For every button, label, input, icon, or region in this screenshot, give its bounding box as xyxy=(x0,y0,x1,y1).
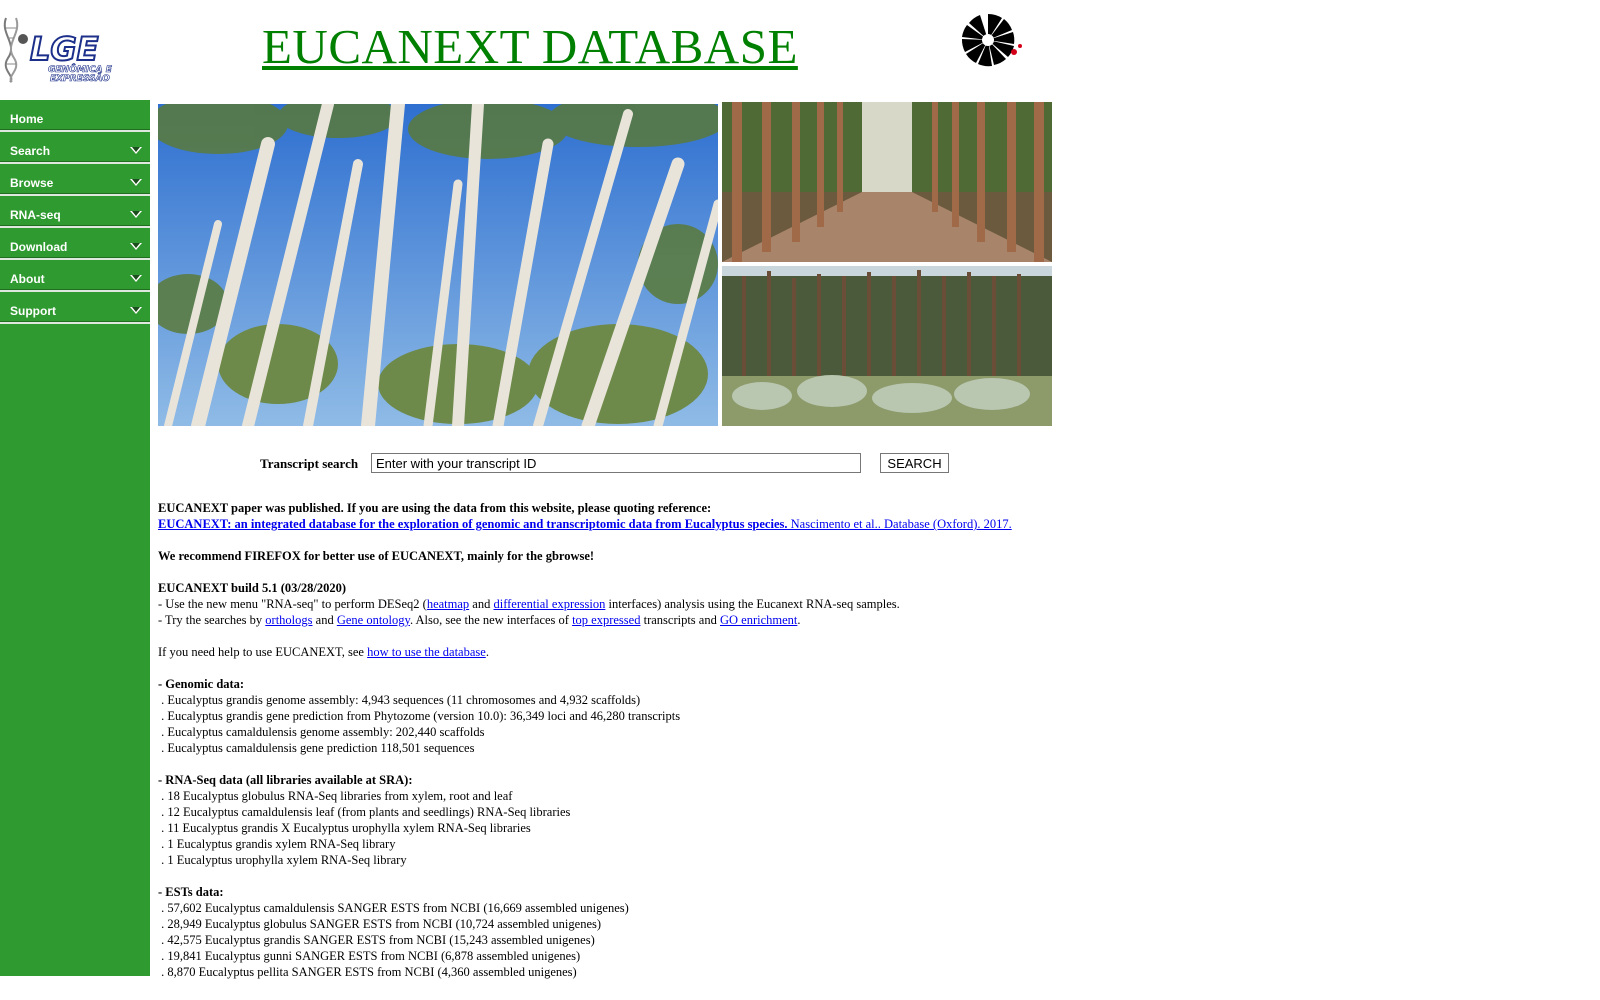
paper-reference: EUCANEXT: an integrated database for the… xyxy=(158,516,1058,532)
chevron-down-icon xyxy=(130,179,142,186)
list-item: . 12 Eucalyptus camaldulensis leaf (from… xyxy=(158,805,571,819)
sidebar-item-label: Support xyxy=(10,304,56,318)
chevron-down-icon xyxy=(130,211,142,218)
search-button[interactable]: SEARCH xyxy=(880,453,949,473)
chevron-down-icon xyxy=(130,275,142,282)
list-item: . 57,602 Eucalyptus camaldulensis SANGER… xyxy=(158,901,629,915)
site-title[interactable]: EUCANEXT DATABASE xyxy=(262,18,798,75)
transcript-search-form: Transcript search SEARCH xyxy=(158,452,1058,476)
sidebar-item-label: Download xyxy=(10,240,68,254)
news-line-searches: - Try the searches by orthologs and Gene… xyxy=(158,613,801,627)
differential-expression-link[interactable]: differential expression xyxy=(493,597,605,611)
list-item: . Eucalyptus grandis gene prediction fro… xyxy=(158,709,681,723)
sidebar-item-browse[interactable]: Browse xyxy=(0,164,150,196)
list-item: . 42,575 Eucalyptus grandis SANGER ESTS … xyxy=(158,933,595,947)
svg-text:LGE: LGE xyxy=(30,30,99,68)
paper-notice: EUCANEXT paper was published. If you are… xyxy=(158,501,712,515)
sidebar-item-rna-seq[interactable]: RNA-seq xyxy=(0,196,150,228)
sidebar-item-home[interactable]: Home xyxy=(0,100,150,132)
top-expressed-link[interactable]: top expressed xyxy=(572,613,640,627)
header: LGE GENÔMICA E EXPRESSÃO EUCANEXT DATABA… xyxy=(0,0,1060,98)
list-item: . Eucalyptus camaldulensis genome assemb… xyxy=(158,725,485,739)
list-item: . 1 Eucalyptus grandis xylem RNA-Seq lib… xyxy=(158,837,396,851)
help-line: If you need help to use EUCANEXT, see ho… xyxy=(158,645,489,659)
sidebar-item-label: About xyxy=(10,272,45,286)
gene-ontology-link[interactable]: Gene ontology xyxy=(337,613,410,627)
go-enrichment-link[interactable]: GO enrichment xyxy=(720,613,797,627)
paper-link[interactable]: EUCANEXT: an integrated database for the… xyxy=(158,517,788,531)
svg-text:EXPRESSÃO: EXPRESSÃO xyxy=(50,73,110,84)
forest-edge-photo xyxy=(722,266,1052,426)
list-item: . 19,841 Eucalyptus gunni SANGER ESTS fr… xyxy=(158,949,581,963)
heatmap-link[interactable]: heatmap xyxy=(427,597,469,611)
lge-logo[interactable]: LGE GENÔMICA E EXPRESSÃO xyxy=(0,14,170,84)
list-item: . 1 Eucalyptus urophylla xylem RNA-Seq l… xyxy=(158,853,407,867)
firefox-note: We recommend FIREFOX for better use of E… xyxy=(158,549,595,563)
main-content: EUCANEXT paper was published. If you are… xyxy=(158,500,1058,980)
chevron-down-icon xyxy=(130,307,142,314)
eucalyptus-sky-photo xyxy=(158,104,718,426)
sidebar-item-download[interactable]: Download xyxy=(0,228,150,260)
transcript-search-input[interactable] xyxy=(371,453,861,473)
chevron-down-icon xyxy=(130,147,142,154)
list-item: . Eucalyptus camaldulensis gene predicti… xyxy=(158,741,475,755)
news-line-rnaseq: - Use the new menu "RNA-seq" to perform … xyxy=(158,597,900,611)
sidebar-item-label: Browse xyxy=(10,176,54,190)
ests-heading: - ESTs data: xyxy=(158,885,224,899)
sidebar-nav: Home Search Browse RNA-seq Download Abou… xyxy=(0,100,150,976)
sidebar-item-about[interactable]: About xyxy=(0,260,150,292)
how-to-use-link[interactable]: how to use the database xyxy=(367,645,486,659)
list-item: . 28,949 Eucalyptus globulus SANGER ESTS… xyxy=(158,917,602,931)
sidebar-item-label: RNA-seq xyxy=(10,208,61,222)
university-logo xyxy=(961,13,1022,67)
genomic-heading: - Genomic data: xyxy=(158,677,245,691)
list-item: . Eucalyptus grandis genome assembly: 4,… xyxy=(158,693,641,707)
list-item: . 8,870 Eucalyptus pellita SANGER ESTS f… xyxy=(158,965,577,979)
plantation-rows-photo xyxy=(722,102,1052,262)
orthologs-link[interactable]: orthologs xyxy=(265,613,312,627)
rnaseq-heading: - RNA-Seq data (all libraries available … xyxy=(158,773,413,787)
list-item: . 18 Eucalyptus globulus RNA-Seq librari… xyxy=(158,789,513,803)
chevron-down-icon xyxy=(130,243,142,250)
transcript-search-label: Transcript search xyxy=(260,456,359,471)
sidebar-item-label: Home xyxy=(10,112,44,126)
list-item: . 11 Eucalyptus grandis X Eucalyptus uro… xyxy=(158,821,531,835)
sidebar-item-search[interactable]: Search xyxy=(0,132,150,164)
paper-citation-link[interactable]: Nascimento et al.. Database (Oxford). 20… xyxy=(788,517,1012,531)
build-info: EUCANEXT build 5.1 (03/28/2020) xyxy=(158,581,346,595)
sidebar-item-label: Search xyxy=(10,144,51,158)
sidebar-item-support[interactable]: Support xyxy=(0,292,150,324)
